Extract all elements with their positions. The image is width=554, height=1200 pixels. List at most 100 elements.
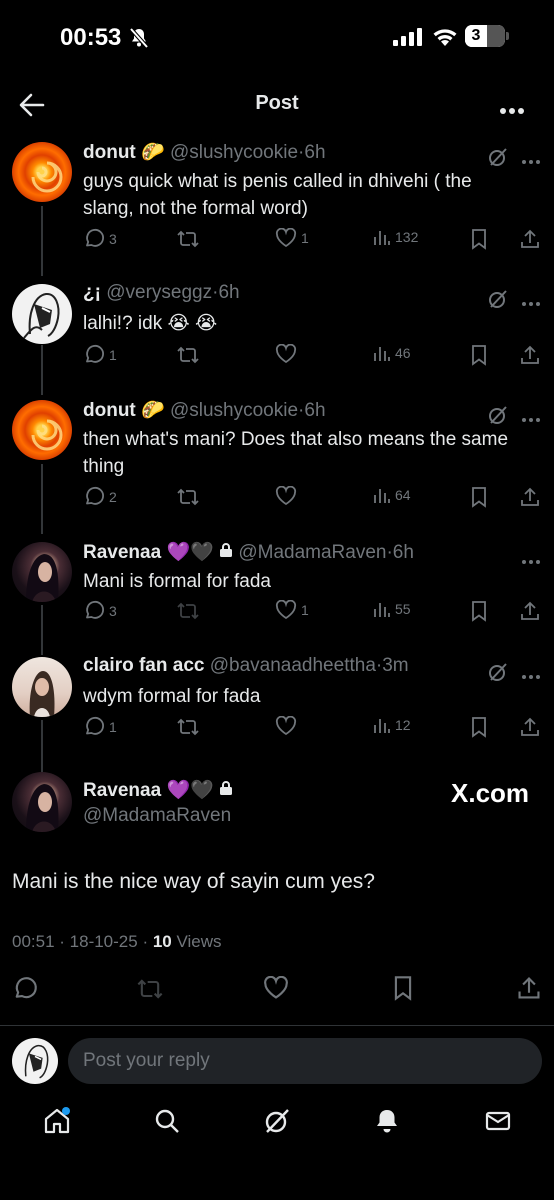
battery-icon: 3 [465,25,505,47]
display-name[interactable]: Ravenaa 💜🖤 [83,542,214,563]
repost-button[interactable] [176,344,200,366]
views-button[interactable]: 132 [373,228,418,246]
like-button[interactable]: 1 [275,600,309,620]
repost-button[interactable] [176,486,200,508]
wifi-icon [432,27,458,52]
lock-icon [219,780,233,801]
like-button[interactable]: 1 [275,228,309,248]
views-label: Views [176,932,222,951]
tweet-age: 6h [304,400,326,421]
tweet-text: then what's mani? Does that also means t… [83,429,509,477]
thread-connector [41,345,43,395]
user-handle[interactable]: @MadamaRaven [83,805,231,826]
tweet-actions [0,970,554,1010]
tweet-more-icon[interactable] [521,410,541,428]
display-name[interactable]: clairo fan acc [83,655,204,676]
tweet-actions: 2 64 [83,486,543,512]
tweet-text: Mani is formal for fada [83,571,271,592]
my-avatar[interactable] [12,1038,58,1084]
like-count: 1 [301,602,309,618]
tweet-time: 00:51 [12,932,55,951]
tweet-text: lalhi!? idk 😭 😭 [83,313,218,334]
reply-button[interactable]: 1 [83,344,117,366]
search-icon[interactable] [152,1106,182,1141]
tweet-age: 6h [218,282,240,303]
bookmark-button[interactable] [470,600,488,622]
user-handle[interactable]: @slushycookie [170,142,298,163]
repost-button[interactable] [176,228,200,250]
like-button[interactable] [275,716,297,736]
reply-input[interactable]: Post your reply [68,1038,542,1084]
status-time: 00:53 [60,24,122,51]
tweet-text: wdym formal for fada [83,686,261,707]
reply-count: 3 [109,603,117,619]
share-button[interactable] [519,344,541,366]
home-icon[interactable] [42,1106,72,1141]
views-button[interactable]: 46 [373,344,411,362]
like-button[interactable] [275,344,297,364]
views-button[interactable]: 64 [373,486,411,504]
views-count: 10 [152,932,172,951]
lock-icon [219,542,233,563]
like-button[interactable] [263,976,289,1000]
tweet-more-icon[interactable] [521,152,541,170]
tweet-age: 6h [392,542,414,563]
more-options-icon[interactable] [499,102,525,120]
avatar[interactable] [12,542,72,602]
bookmark-button[interactable] [470,716,488,738]
bookmark-button[interactable] [470,486,488,508]
thread-connector [41,464,43,534]
user-handle[interactable]: @slushycookie [170,400,298,421]
avatar[interactable] [12,400,72,460]
bookmark-button[interactable] [470,344,488,366]
reply-button[interactable]: 2 [83,486,117,508]
reply-count: 1 [109,719,117,735]
messages-icon[interactable] [483,1106,513,1141]
avatar[interactable] [12,772,72,832]
x-com-watermark: X.com [451,778,530,808]
user-handle[interactable]: @veryseggz [106,282,212,303]
bookmark-button[interactable] [470,228,488,250]
tweet-more-icon[interactable] [521,294,541,312]
tweet-actions: 1 46 [83,344,543,370]
battery-level: 3 [465,25,487,47]
avatar[interactable] [12,284,72,344]
thread-connector [41,206,43,276]
tweet-actions: 3 1 55 [83,600,543,626]
views-button[interactable]: 12 [373,716,411,734]
avatar[interactable] [12,657,72,717]
tweet-date: 18-10-25 [69,932,138,951]
reply-button[interactable]: 3 [83,600,117,622]
notifications-icon[interactable] [372,1106,402,1141]
display-name[interactable]: donut 🌮 [83,142,165,163]
display-name[interactable]: ¿¡ [83,282,101,303]
reply-button[interactable]: 1 [83,716,117,738]
display-name[interactable]: donut 🌮 [83,400,165,421]
tweet-header: ¿¡ @veryseggz·6h [83,282,240,303]
repost-button-disabled [176,600,200,622]
page-title: Post [255,92,299,114]
tweet-header: clairo fan acc @bavanaadheettha·3m [83,655,409,676]
views-button[interactable]: 55 [373,600,411,618]
share-button[interactable] [519,716,541,738]
tweet-more-icon[interactable] [521,552,541,570]
like-button[interactable] [275,486,297,506]
bookmark-button[interactable] [392,975,414,1001]
share-button[interactable] [519,600,541,622]
repost-button[interactable] [176,716,200,738]
avatar[interactable] [12,142,72,202]
reply-button[interactable]: 3 [83,228,117,250]
grok-icon[interactable] [262,1106,292,1141]
user-handle[interactable]: @bavanaadheettha [210,655,376,676]
reply-button[interactable] [12,976,38,1002]
cellular-signal-icon [393,28,423,51]
share-button[interactable] [519,228,541,250]
share-button[interactable] [516,975,542,1001]
tweet-more-icon[interactable] [521,667,541,685]
share-button[interactable] [519,486,541,508]
views-count: 55 [395,601,411,617]
display-name[interactable]: Ravenaa 💜🖤 [83,780,214,801]
tweet-text: Mani is the nice way of sayin cum yes? [12,870,375,893]
user-handle[interactable]: @MadamaRaven [238,542,386,563]
thread-connector [41,720,43,772]
